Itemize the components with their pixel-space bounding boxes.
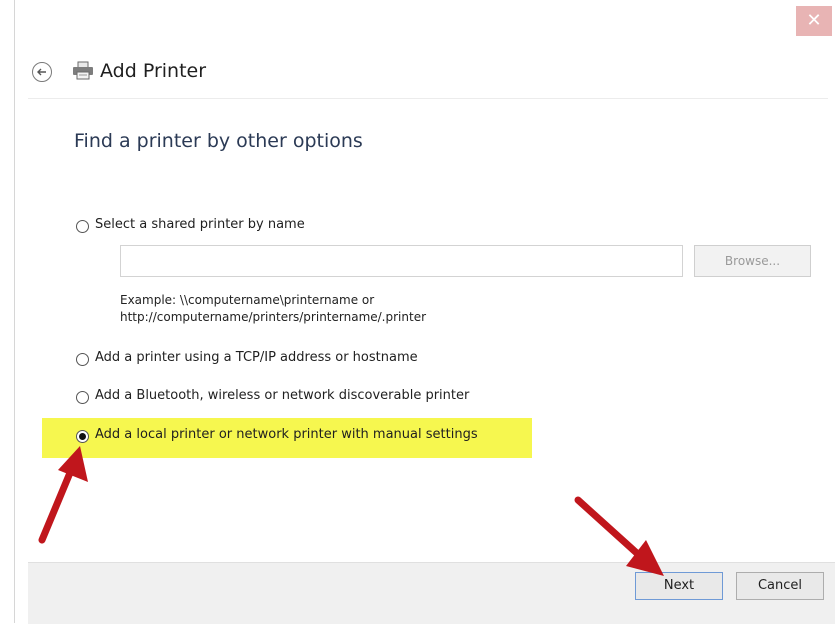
radio-button-selected[interactable] — [76, 430, 89, 443]
example-line-1: Example: \\computername\printername or — [120, 293, 375, 307]
option-label: Add a local printer or network printer w… — [95, 427, 478, 442]
cancel-button[interactable]: Cancel — [736, 572, 824, 600]
close-button[interactable]: ✕ — [796, 6, 832, 36]
dialog-title: Add Printer — [100, 60, 207, 82]
shared-printer-name-input[interactable] — [120, 245, 683, 277]
header-divider — [28, 98, 828, 99]
close-icon: ✕ — [806, 10, 822, 31]
back-button[interactable] — [32, 62, 52, 82]
radio-button[interactable] — [76, 353, 89, 366]
window-left-border — [14, 0, 15, 623]
back-arrow-icon — [37, 68, 46, 76]
option-label: Select a shared printer by name — [95, 217, 305, 232]
example-text: Example: \\computername\printername or h… — [120, 292, 426, 326]
arrow-to-radio-icon — [38, 446, 88, 544]
option-label: Add a printer using a TCP/IP address or … — [95, 350, 418, 365]
next-button[interactable]: Next — [635, 572, 723, 600]
radio-button[interactable] — [76, 220, 89, 233]
printer-icon — [73, 61, 93, 80]
example-line-2: http://computername/printers/printername… — [120, 310, 427, 324]
page-heading: Find a printer by other options — [74, 130, 363, 152]
radio-button[interactable] — [76, 391, 89, 404]
option-label: Add a Bluetooth, wireless or network dis… — [95, 388, 470, 403]
browse-button[interactable]: Browse... — [694, 245, 811, 277]
